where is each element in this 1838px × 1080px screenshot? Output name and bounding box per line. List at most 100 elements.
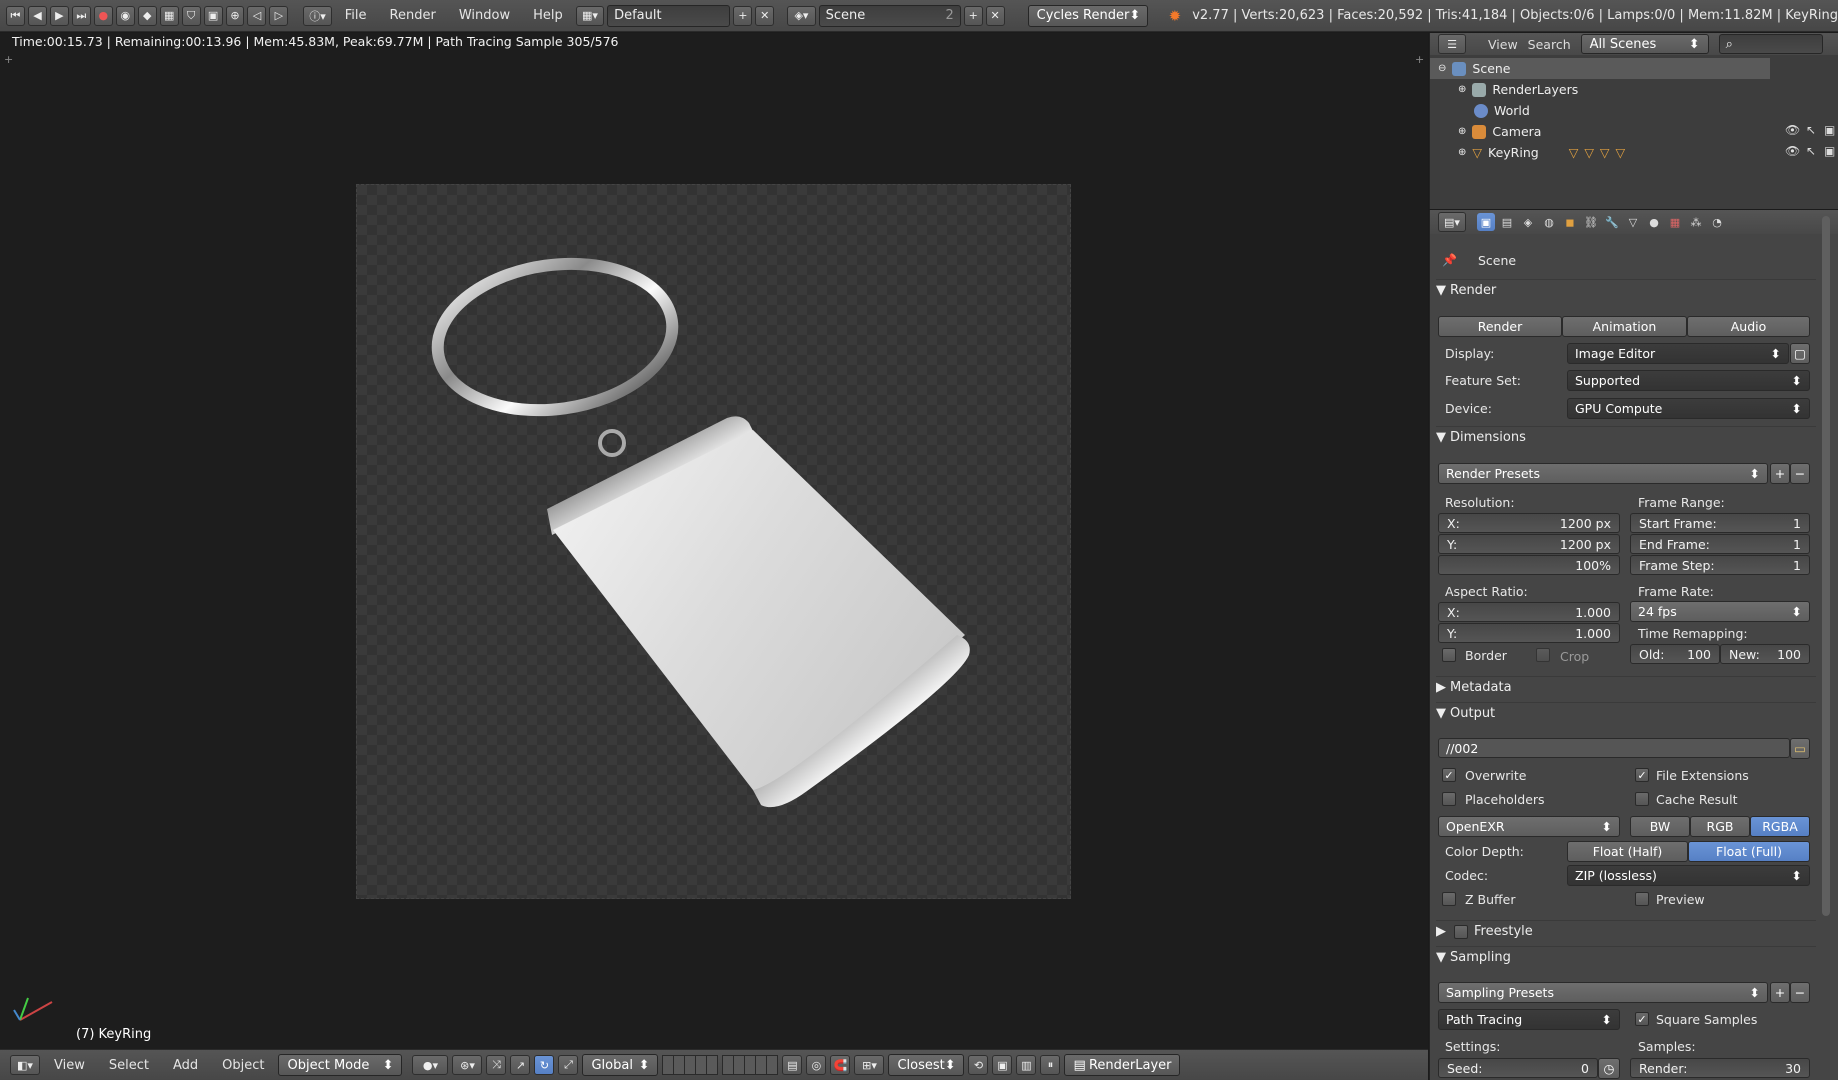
data-tab-icon[interactable]: ▽ [1624, 213, 1642, 231]
resolution-x-field[interactable]: X: 1200 px [1438, 513, 1620, 533]
seed-clock-icon[interactable]: ◷ [1598, 1058, 1620, 1079]
outliner-item-scene[interactable]: ⊖ Scene [1430, 58, 1770, 79]
outliner-item-world[interactable]: World [1430, 100, 1770, 121]
display-select[interactable]: Image Editor ⬍ [1567, 343, 1789, 364]
folder-icon[interactable]: ▭ [1790, 738, 1810, 759]
translate-icon[interactable]: ↗ [510, 1055, 531, 1075]
border-checkbox[interactable] [1442, 648, 1456, 662]
outliner-search-menu[interactable]: Search [1528, 37, 1571, 52]
keyframe-icon[interactable]: ◆ [137, 5, 157, 26]
color-mode-rgba[interactable]: RGBA [1750, 816, 1810, 837]
preset-remove-icon[interactable]: − [1790, 982, 1810, 1003]
dimensions-panel-header[interactable]: ▼ Dimensions [1436, 426, 1816, 448]
render-presets-select[interactable]: Render Presets ⬍ [1438, 463, 1768, 484]
scale-icon[interactable]: ⤢ [558, 1055, 579, 1075]
audio-button[interactable]: Audio [1687, 316, 1810, 337]
frame-rate-select[interactable]: 24 fps ⬍ [1630, 601, 1810, 622]
file-extensions-checkbox[interactable]: ✓ [1635, 768, 1649, 782]
depth-half-button[interactable]: Float (Half) [1567, 841, 1688, 862]
color-mode-rgb[interactable]: RGB [1690, 816, 1750, 837]
next-icon[interactable]: ▷ [269, 5, 289, 26]
scene-browse-icon[interactable]: ◈▾ [787, 5, 816, 26]
time-old-field[interactable]: Old: 100 [1630, 644, 1720, 664]
depth-full-button[interactable]: Float (Full) [1688, 841, 1810, 862]
outliner-type-icon[interactable]: ☰ [1438, 34, 1466, 54]
scene-field[interactable]: Scene 2 [818, 4, 961, 27]
record-icon[interactable]: ● [93, 5, 113, 26]
cache-result-checkbox[interactable] [1635, 792, 1649, 806]
viewport-corner-plus-icon[interactable]: + [4, 53, 13, 66]
render-camera-icon[interactable]: ▣ [1824, 144, 1835, 158]
select-cursor-icon[interactable]: ↖ [1806, 144, 1816, 158]
menu-render[interactable]: Render [380, 8, 446, 23]
rotate-icon[interactable]: ↻ [534, 1055, 555, 1075]
scene-tab-icon[interactable]: ◈ [1519, 213, 1537, 231]
render-anim-icon[interactable]: ▥ [1016, 1055, 1037, 1075]
snap-element-icon[interactable]: ⊞▾ [854, 1055, 885, 1075]
resolution-percentage-field[interactable]: 100% [1438, 555, 1620, 575]
layers-grid[interactable] [722, 1055, 779, 1075]
end-frame-field[interactable]: End Frame: 1 [1630, 534, 1810, 554]
output-panel-header[interactable]: ▼ Output [1436, 702, 1816, 724]
jump-end-icon[interactable]: ⏭ [71, 5, 91, 26]
integrator-select[interactable]: Path Tracing ⬍ [1438, 1009, 1620, 1030]
editor-type-icon[interactable]: ◧▾ [10, 1055, 40, 1075]
menu-view[interactable]: View [44, 1058, 95, 1073]
scene-remove-icon[interactable]: ✕ [985, 5, 1005, 26]
render-camera-icon[interactable]: ▣ [1824, 123, 1835, 137]
info-editor-icon[interactable]: ⓘ▾ [303, 5, 332, 26]
properties-type-icon[interactable]: ▤▾ [1438, 212, 1466, 232]
render-tab-icon[interactable]: ▣ [1477, 213, 1495, 231]
physics-tab-icon[interactable]: ◔ [1708, 213, 1726, 231]
constraints-tab-icon[interactable]: ⛓ [1582, 213, 1600, 231]
menu-file[interactable]: File [335, 8, 377, 23]
outliner-item-renderlayers[interactable]: ⊕ RenderLayers [1430, 79, 1770, 100]
outliner-search-input[interactable]: ⌕ [1718, 34, 1823, 54]
aspect-y-field[interactable]: Y: 1.000 [1438, 623, 1620, 643]
color-mode-bw[interactable]: BW [1630, 816, 1690, 837]
scene-add-icon[interactable]: + [963, 5, 983, 26]
outliner-item-keyring[interactable]: ⊕ ▽ KeyRing ▽▽▽▽ [1430, 142, 1770, 163]
overwrite-checkbox[interactable]: ✓ [1442, 768, 1456, 782]
snap-target-select[interactable]: Closest ⬍ [888, 1054, 965, 1076]
material-tab-icon[interactable]: ● [1645, 213, 1663, 231]
animation-button[interactable]: Animation [1562, 316, 1687, 337]
orientation-select[interactable]: Global ⬍ [582, 1054, 659, 1076]
sampling-presets-select[interactable]: Sampling Presets ⬍ [1438, 982, 1768, 1003]
preset-add-icon[interactable]: + [1770, 463, 1790, 484]
metadata-panel-header[interactable]: ▶ Metadata [1436, 676, 1816, 698]
freestyle-checkbox[interactable] [1454, 924, 1468, 939]
menu-object[interactable]: Object [212, 1058, 274, 1073]
pivot-icon[interactable]: ⊛▾ [452, 1055, 483, 1075]
menu-select[interactable]: Select [99, 1058, 159, 1073]
layout-field[interactable]: Default [607, 4, 731, 27]
time-new-field[interactable]: New: 100 [1720, 644, 1810, 664]
object-tab-icon[interactable]: ◼ [1561, 213, 1579, 231]
layer-lock-icon[interactable]: ▤ [782, 1055, 803, 1075]
outliner-filter-select[interactable]: All Scenes ⬍ [1580, 34, 1709, 54]
particles-tab-icon[interactable]: ⁂ [1687, 213, 1705, 231]
world-tab-icon[interactable]: ◍ [1540, 213, 1558, 231]
pause-icon[interactable]: ⏸ [1040, 1055, 1061, 1075]
keying-icon[interactable]: ◉ [115, 5, 135, 26]
frame-step-field[interactable]: Frame Step: 1 [1630, 555, 1810, 575]
proportional-edit-icon[interactable]: ◎ [806, 1055, 827, 1075]
pin-icon[interactable]: 📌 [1442, 253, 1457, 267]
render-still-icon[interactable]: ▣ [992, 1055, 1013, 1075]
texture-tab-icon[interactable]: ▦ [1666, 213, 1684, 231]
render-engine-select[interactable]: Cycles Render ⬍ [1027, 4, 1148, 27]
mode-select[interactable]: Object Mode ⬍ [278, 1054, 403, 1076]
visibility-eye-icon[interactable]: 👁 [1785, 144, 1800, 158]
layout-add-icon[interactable]: + [733, 5, 753, 26]
render-panel-header[interactable]: ▼ Render [1436, 279, 1816, 301]
checker-icon[interactable]: ▦ [159, 5, 179, 26]
render-layer-select[interactable]: ▤ RenderLayer [1064, 1054, 1181, 1076]
prev-icon[interactable]: ◁ [247, 5, 267, 26]
freestyle-panel-header[interactable]: ▶ Freestyle [1436, 920, 1816, 942]
visibility-eye-icon[interactable]: 👁 [1785, 123, 1800, 137]
layers-grid[interactable] [662, 1055, 719, 1075]
expand-icon[interactable]: ⊕ [1458, 126, 1466, 137]
layout-remove-icon[interactable]: ✕ [755, 5, 775, 26]
shading-icon[interactable]: ●▾ [412, 1055, 449, 1075]
placeholders-checkbox[interactable] [1442, 792, 1456, 806]
